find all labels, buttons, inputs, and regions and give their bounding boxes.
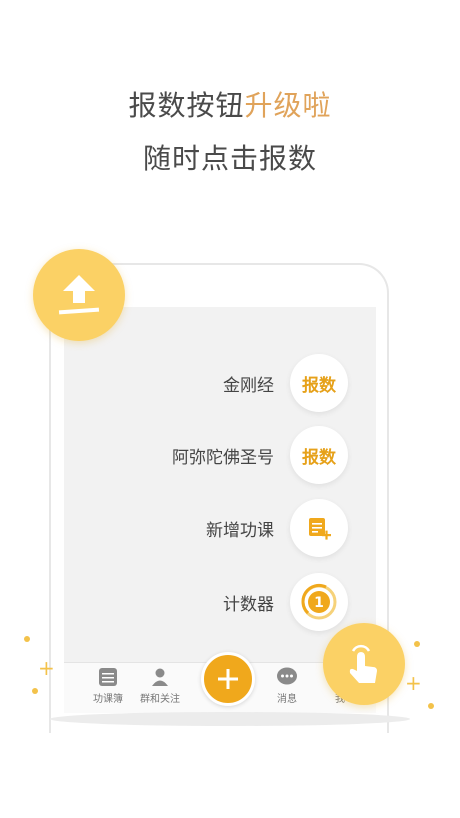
tap-badge <box>323 623 405 705</box>
add-button[interactable] <box>201 652 255 706</box>
tab-groups[interactable]: 群和关注 <box>130 667 190 705</box>
headline-prefix: 报数按钮 <box>128 89 245 122</box>
menu-label: 阿弥陀佛圣号 <box>172 447 274 468</box>
chat-icon <box>277 667 297 685</box>
menu-label: 计数器 <box>223 594 274 615</box>
tab-messages[interactable]: 消息 <box>257 667 317 705</box>
headline-line-2: 随时点击报数 <box>142 142 317 175</box>
phone-shadow <box>50 712 410 726</box>
menu-row-add-lesson: 新增功课 <box>206 498 376 558</box>
add-lesson-button[interactable] <box>290 499 348 557</box>
tab-label: 群和关注 <box>140 694 180 705</box>
upload-icon <box>58 275 100 315</box>
dot-decoration <box>428 703 434 709</box>
headline-line-1: 报数按钮升级啦 <box>0 84 460 124</box>
plus-icon <box>218 669 238 689</box>
headline-accent: 升级啦 <box>244 89 332 122</box>
counter-value: 1 <box>314 595 324 611</box>
notebook-icon <box>99 668 117 686</box>
report-count-button[interactable]: 报数 <box>290 426 348 484</box>
counter-icon: 1 <box>301 583 337 620</box>
dot-decoration <box>24 636 30 642</box>
dot-decoration <box>414 641 420 647</box>
hand-tap-icon <box>349 644 377 683</box>
sparkle-decoration: + <box>38 656 55 680</box>
dot-decoration <box>32 688 38 694</box>
menu-row-diamond-sutra: 金刚经 报数 <box>223 353 376 413</box>
upload-badge <box>33 249 125 341</box>
tab-label: 功课簿 <box>93 694 123 705</box>
user-icon <box>152 668 168 686</box>
menu-label: 金刚经 <box>223 375 274 396</box>
tab-lessons[interactable]: 功课簿 <box>78 667 138 705</box>
sparkle-decoration: + <box>405 671 422 695</box>
add-note-icon <box>309 518 331 540</box>
menu-row-amitabha: 阿弥陀佛圣号 报数 <box>172 425 376 485</box>
tab-label: 消息 <box>277 694 297 705</box>
report-count-button[interactable]: 报数 <box>290 354 348 412</box>
menu-label: 新增功课 <box>206 520 274 541</box>
